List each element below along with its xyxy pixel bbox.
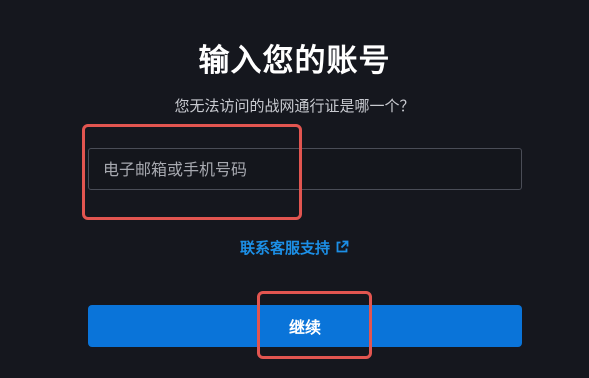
page-subtitle: 您无法访问的战网通行证是哪一个？ — [174, 97, 415, 115]
continue-button[interactable]: 继续 — [88, 305, 522, 347]
contact-support-label: 联系客服支持 — [239, 239, 330, 257]
account-field-container — [88, 148, 522, 190]
contact-support-link[interactable]: 联系客服支持 — [0, 237, 589, 259]
page-title: 输入您的账号 — [198, 42, 391, 79]
external-link-icon — [335, 238, 349, 253]
account-input[interactable] — [88, 148, 522, 190]
